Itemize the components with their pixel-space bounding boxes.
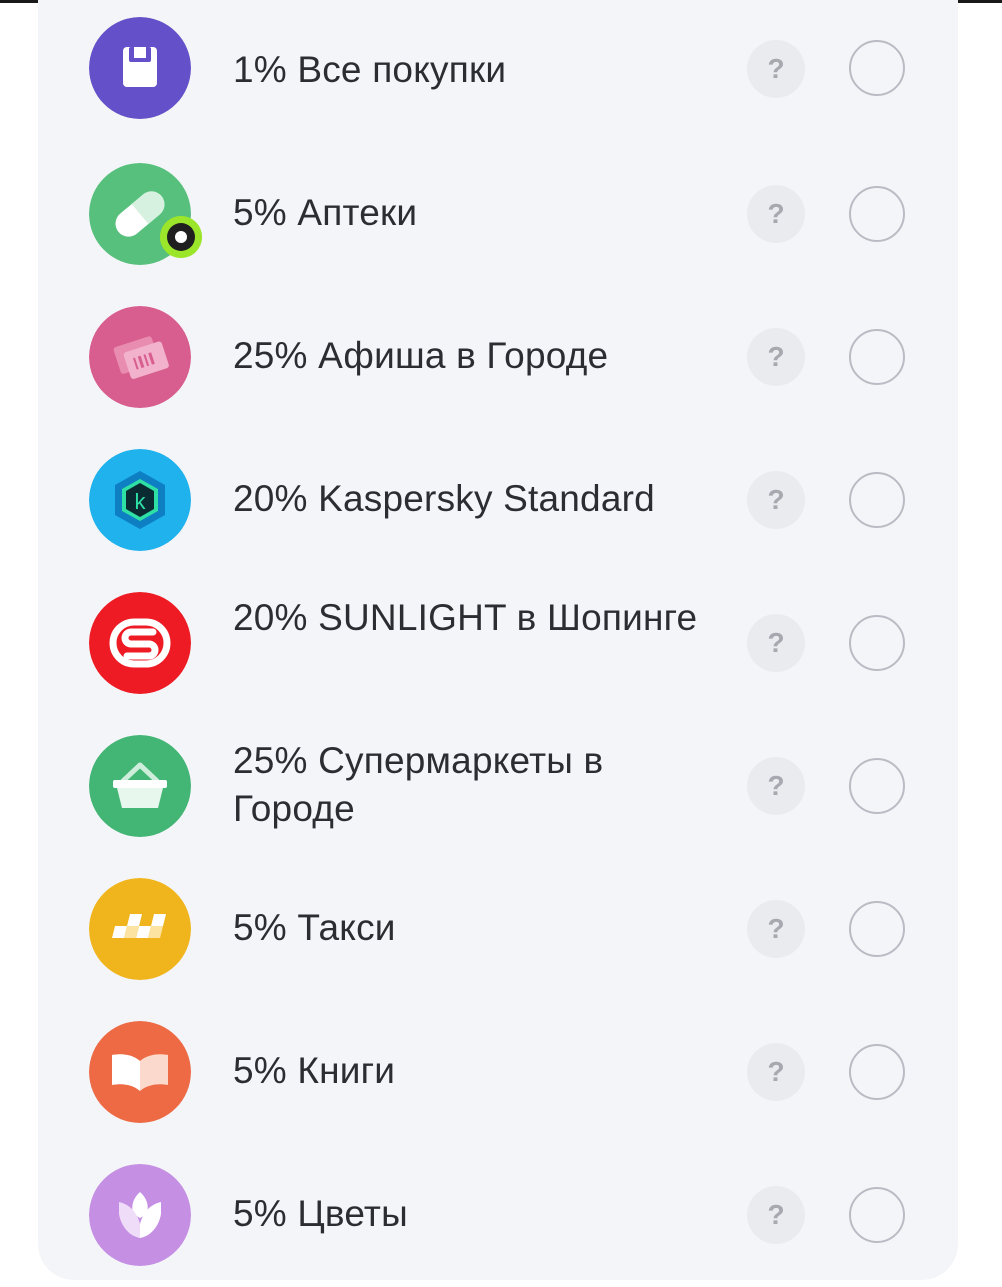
select-radio[interactable]	[849, 40, 905, 96]
category-row-sunlight[interactable]: 20% SUNLIGHT в Шопинге ?	[38, 572, 958, 715]
category-label: 5% Цветы	[233, 1193, 408, 1234]
help-button[interactable]: ?	[747, 185, 805, 243]
select-radio[interactable]	[849, 186, 905, 242]
help-button[interactable]: ?	[747, 1186, 805, 1244]
category-row-taxi[interactable]: 5% Такси ?	[38, 858, 958, 1001]
help-button[interactable]: ?	[747, 328, 805, 386]
select-radio[interactable]	[849, 472, 905, 528]
help-button[interactable]: ?	[747, 757, 805, 815]
status-badge-icon	[160, 216, 202, 258]
cashback-categories-card: 1% Все покупки ? 5% Аптеки ? 25% Афиша в…	[38, 0, 958, 1280]
category-row-pharmacy[interactable]: 5% Аптеки ?	[38, 143, 958, 286]
category-label: 20% Kaspersky Standard	[233, 478, 655, 519]
category-row-afisha[interactable]: 25% Афиша в Городе ?	[38, 286, 958, 429]
kaspersky-icon: k	[89, 449, 191, 551]
svg-text:k: k	[135, 489, 147, 514]
open-book-icon	[89, 1021, 191, 1123]
tickets-icon	[89, 306, 191, 408]
taxi-checker-icon	[89, 878, 191, 980]
category-row-kaspersky[interactable]: k 20% Kaspersky Standard ?	[38, 429, 958, 572]
category-row-all[interactable]: 1% Все покупки ?	[38, 0, 958, 143]
select-radio[interactable]	[849, 758, 905, 814]
tulip-icon	[89, 1164, 191, 1266]
category-label: 5% Аптеки	[233, 192, 418, 233]
category-row-flowers[interactable]: 5% Цветы ?	[38, 1144, 958, 1287]
help-button[interactable]: ?	[747, 40, 805, 98]
shopping-bag-icon	[89, 17, 191, 119]
category-label: 25% Супермаркеты в Городе	[233, 740, 604, 829]
help-button[interactable]: ?	[747, 614, 805, 672]
category-row-supermarkets[interactable]: 25% Супермаркеты в Городе ?	[38, 715, 958, 858]
help-button[interactable]: ?	[747, 471, 805, 529]
category-label: 25% Афиша в Городе	[233, 335, 609, 376]
category-label: 5% Такси	[233, 907, 396, 948]
category-label: 1% Все покупки	[233, 49, 507, 90]
category-label: 20% SUNLIGHT в Шопинге	[233, 597, 698, 638]
help-button[interactable]: ?	[747, 1043, 805, 1101]
select-radio[interactable]	[849, 1187, 905, 1243]
sunlight-icon	[89, 592, 191, 694]
select-radio[interactable]	[849, 615, 905, 671]
select-radio[interactable]	[849, 1044, 905, 1100]
select-radio[interactable]	[849, 329, 905, 385]
category-label: 5% Книги	[233, 1050, 396, 1091]
select-radio[interactable]	[849, 901, 905, 957]
basket-icon	[89, 735, 191, 837]
category-row-books[interactable]: 5% Книги ?	[38, 1001, 958, 1144]
help-button[interactable]: ?	[747, 900, 805, 958]
